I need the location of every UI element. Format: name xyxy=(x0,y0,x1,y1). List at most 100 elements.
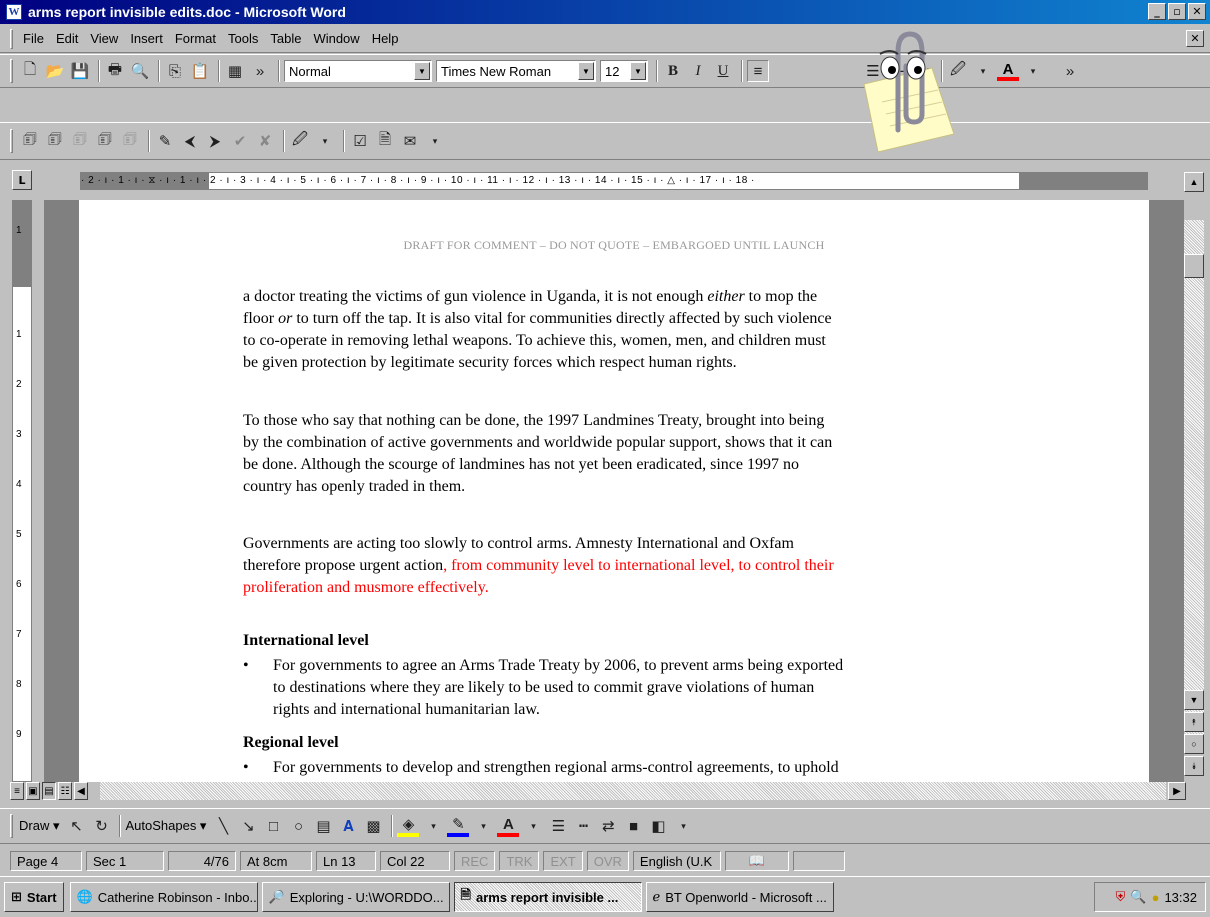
shadow-icon[interactable]: ■ xyxy=(622,815,644,837)
maximize-button[interactable]: ▫ xyxy=(1168,3,1186,20)
select-objects-icon[interactable]: ↖ xyxy=(65,815,87,837)
normal-view-button[interactable]: ≡ xyxy=(10,782,24,800)
toolbar-grip[interactable] xyxy=(10,59,13,83)
edit-comment-icon[interactable]: 🗊 xyxy=(44,130,66,152)
font-color-icon[interactable]: A xyxy=(997,61,1019,81)
reject-change-icon[interactable]: ✘ xyxy=(254,130,276,152)
chevron-down-icon[interactable]: ▾ xyxy=(424,130,446,152)
autoshapes-menu-button[interactable]: AutoShapes ▾ xyxy=(125,818,206,834)
toolbar-grip[interactable] xyxy=(10,814,13,838)
previous-page-button[interactable]: ⯭ xyxy=(1184,712,1204,732)
highlight-icon[interactable]: 🖉 xyxy=(289,130,311,152)
paragraph-3[interactable]: Governments are acting too slowly to con… xyxy=(243,533,1043,599)
scroll-down-button[interactable]: ▼ xyxy=(1184,690,1204,710)
print-preview-icon[interactable]: 🔍 xyxy=(129,60,151,82)
menu-window[interactable]: Window xyxy=(307,29,365,48)
status-ext[interactable]: EXT xyxy=(543,851,583,871)
line-icon[interactable]: ╲ xyxy=(212,815,234,837)
start-button[interactable]: ⊞ Start xyxy=(4,882,64,912)
print-icon[interactable]: 🖶 xyxy=(104,60,126,82)
menu-edit[interactable]: Edit xyxy=(50,29,84,48)
arrow-style-icon[interactable]: ⇄ xyxy=(597,815,619,837)
bold-button[interactable]: B xyxy=(662,60,684,82)
taskbar-item-browser[interactable]: ℯ BT Openworld - Microsoft ... xyxy=(645,882,834,912)
paragraph-2[interactable]: To those who say that nothing can be don… xyxy=(243,410,1043,498)
line-color-icon[interactable]: ✎ xyxy=(447,815,470,837)
chevron-down-icon[interactable]: ▾ xyxy=(472,815,494,837)
chevron-down-icon[interactable]: ▾ xyxy=(522,815,544,837)
fill-color-icon[interactable]: ◈ xyxy=(397,815,420,837)
scroll-left-button[interactable]: ◀ xyxy=(74,782,88,800)
font-combo[interactable]: Times New Roman ▼ xyxy=(436,60,596,82)
previous-change-icon[interactable]: ⮜ xyxy=(179,130,201,152)
menu-tools[interactable]: Tools xyxy=(222,29,264,48)
vertical-scrollbar[interactable]: ▲ ▼ ⯭ ○ ⯯ xyxy=(1184,164,1204,802)
chevron-down-icon[interactable]: ▼ xyxy=(630,62,646,80)
tab-selector-button[interactable]: L xyxy=(12,170,32,190)
status-rec[interactable]: REC xyxy=(454,851,496,871)
more-buttons-icon[interactable]: » xyxy=(1059,60,1081,82)
close-document-button[interactable]: ✕ xyxy=(1186,30,1204,47)
copy-icon[interactable]: ⎘ xyxy=(164,60,186,82)
toolbar-grip[interactable] xyxy=(10,129,13,153)
close-button[interactable]: ✕ xyxy=(1188,3,1206,20)
status-language[interactable]: English (U.K xyxy=(632,851,721,871)
font-color-icon[interactable]: A xyxy=(497,815,520,837)
line-style-icon[interactable]: ☰ xyxy=(547,815,569,837)
send-mail-icon[interactable]: ✉ xyxy=(399,130,421,152)
menu-grip[interactable] xyxy=(10,28,13,49)
chevron-down-icon[interactable]: ▾ xyxy=(672,815,694,837)
next-comment-icon[interactable]: 🗊 xyxy=(94,130,116,152)
antivirus-icon[interactable]: ⛨ xyxy=(1116,889,1126,905)
draw-menu-button[interactable]: Draw ▾ xyxy=(19,818,59,834)
underline-button[interactable]: U xyxy=(712,60,734,82)
menu-help[interactable]: Help xyxy=(366,29,405,48)
office-assistant[interactable] xyxy=(850,22,960,157)
word-app-icon[interactable]: W xyxy=(6,4,22,20)
arrow-icon[interactable]: ↘ xyxy=(237,815,259,837)
insert-comment-icon[interactable]: 🗊 xyxy=(19,130,41,152)
track-changes-icon[interactable]: ✎ xyxy=(154,130,176,152)
create-task-icon[interactable]: ☑ xyxy=(349,130,371,152)
paragraph-1[interactable]: a doctor treating the victims of gun vio… xyxy=(243,286,1043,374)
font-size-combo[interactable]: 12 ▼ xyxy=(600,60,648,82)
text-box-icon[interactable]: ▤ xyxy=(312,815,334,837)
scroll-right-button[interactable]: ▶ xyxy=(1168,782,1186,800)
previous-comment-icon[interactable]: 🗊 xyxy=(69,130,91,152)
accept-change-icon[interactable]: ✔ xyxy=(229,130,251,152)
paste-icon[interactable]: 📋 xyxy=(189,60,211,82)
taskbar-item-outlook[interactable]: 🌐 Catherine Robinson - Inbo... xyxy=(69,882,258,912)
chevron-down-icon[interactable]: ▼ xyxy=(578,62,594,80)
document-map-icon[interactable]: ▦ xyxy=(224,60,246,82)
status-ovr[interactable]: OVR xyxy=(586,851,629,871)
chevron-down-icon[interactable]: ▾ xyxy=(422,815,444,837)
outline-view-button[interactable]: ☷ xyxy=(58,782,72,800)
next-change-icon[interactable]: ⮞ xyxy=(204,130,226,152)
menu-view[interactable]: View xyxy=(84,29,124,48)
save-icon[interactable]: 💾 xyxy=(69,60,91,82)
menu-table[interactable]: Table xyxy=(264,29,307,48)
scroll-track[interactable] xyxy=(1184,220,1204,750)
chevron-down-icon[interactable]: ▾ xyxy=(314,130,336,152)
rectangle-icon[interactable]: □ xyxy=(262,815,284,837)
free-rotate-icon[interactable]: ↻ xyxy=(90,815,112,837)
status-trk[interactable]: TRK xyxy=(499,851,540,871)
scroll-up-button[interactable]: ▲ xyxy=(1184,172,1204,192)
next-page-button[interactable]: ⯯ xyxy=(1184,756,1204,776)
menu-insert[interactable]: Insert xyxy=(124,29,169,48)
clip-art-icon[interactable]: ▩ xyxy=(362,815,384,837)
open-icon[interactable]: 📂 xyxy=(44,60,66,82)
vertical-ruler[interactable]: 1 1 2 3 4 5 6 7 8 9 xyxy=(12,200,32,782)
more-buttons-icon[interactable]: » xyxy=(249,60,271,82)
delete-comment-icon[interactable]: 🗊 xyxy=(119,130,141,152)
align-left-icon[interactable]: ≡ xyxy=(747,60,769,82)
chevron-down-icon[interactable]: ▼ xyxy=(414,62,430,80)
horizontal-scroll-track[interactable] xyxy=(100,782,1166,800)
select-browse-object-button[interactable]: ○ xyxy=(1184,734,1204,754)
save-version-icon[interactable]: 🗎 xyxy=(374,130,396,152)
menu-format[interactable]: Format xyxy=(169,29,222,48)
web-layout-view-button[interactable]: ▣ xyxy=(26,782,40,800)
network-icon[interactable]: 🔍 xyxy=(1130,889,1146,905)
wordart-icon[interactable]: 𝐀 xyxy=(337,815,359,837)
menu-file[interactable]: File xyxy=(17,29,50,48)
